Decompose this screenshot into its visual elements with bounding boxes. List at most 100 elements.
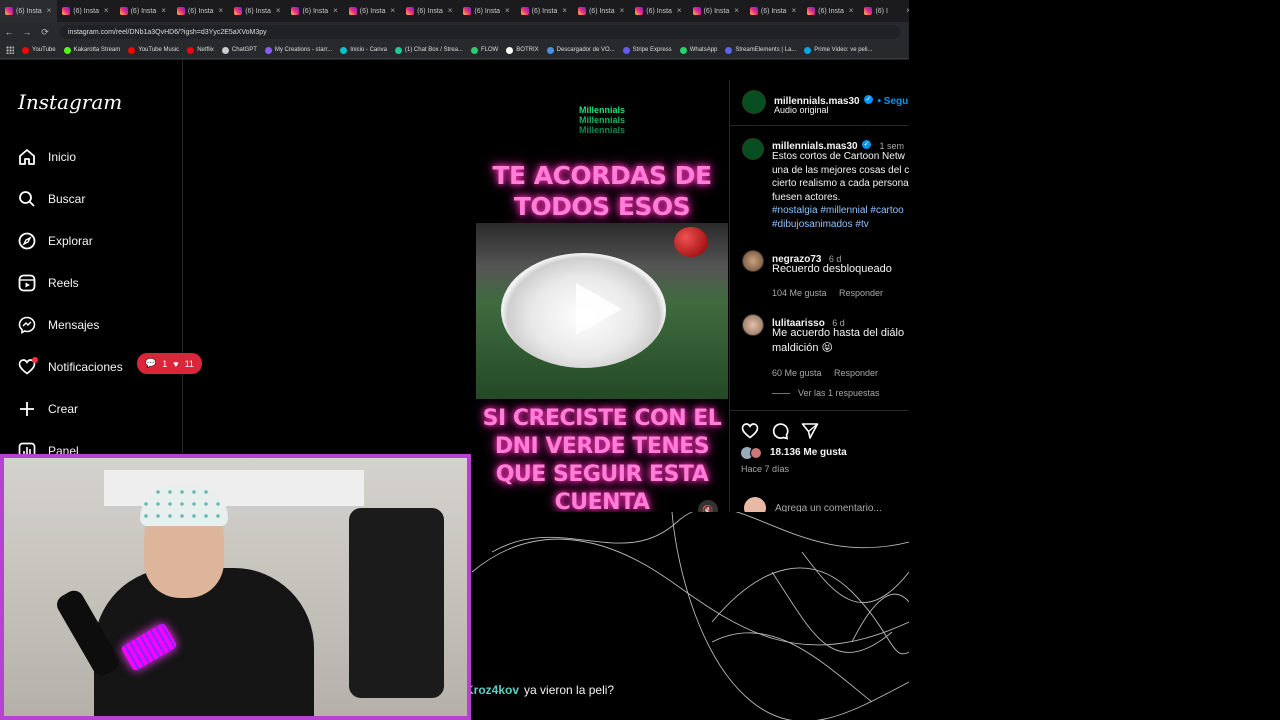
hashtags[interactable]: #nostalgia #millennial #cartoo (772, 204, 909, 218)
reply-button[interactable]: Responder (839, 288, 883, 298)
like-heart-icon[interactable] (741, 422, 759, 445)
close-tab-icon[interactable]: × (791, 6, 796, 15)
author-avatar[interactable] (742, 90, 766, 114)
close-tab-icon[interactable]: × (620, 6, 625, 15)
reply-button[interactable]: Responder (834, 368, 878, 378)
bookmark-item[interactable]: Inicio - Canva (340, 46, 387, 54)
browser-tab[interactable]: (6) Insta × (401, 0, 458, 22)
home-icon (18, 148, 36, 166)
nav-reels[interactable]: Reels (18, 274, 79, 292)
browser-tab[interactable]: (6) Insta × (573, 0, 630, 22)
bookmark-item[interactable]: YouTube (22, 46, 56, 54)
url-input[interactable]: instagram.com/reel/DNb1a3QvHD6/?igsh=d3Y… (60, 25, 900, 39)
reel-video[interactable]: Millennials Millennials Millennials TE A… (476, 80, 728, 512)
likers-avatars[interactable] (741, 447, 767, 459)
instagram-favicon-icon (234, 7, 243, 15)
audio-label[interactable]: Audio original (774, 105, 829, 115)
close-tab-icon[interactable]: × (906, 6, 909, 15)
browser-tab[interactable]: (6) Insta × (115, 0, 172, 22)
browser-tab[interactable]: (6) Insta × (57, 0, 114, 22)
apps-grid-icon[interactable] (6, 46, 14, 54)
browser-tab[interactable]: (6) Insta × (344, 0, 401, 22)
comment-bubble-icon[interactable] (771, 422, 789, 445)
bookmark-label: Inicio - Canva (350, 47, 387, 53)
browser-tab[interactable]: (6) Insta × (286, 0, 343, 22)
nav-inicio[interactable]: Inicio (18, 148, 76, 166)
tab-label: (6) Insta (588, 7, 615, 15)
close-tab-icon[interactable]: × (276, 6, 281, 15)
comment-likes[interactable]: 60 Me gusta (772, 368, 822, 378)
instagram-logo[interactable]: Instagram (18, 90, 122, 114)
comment-likes[interactable]: 104 Me gusta (772, 288, 827, 298)
bookmark-item[interactable]: (1) Chat Box / Strea... (394, 46, 463, 54)
bookmark-item[interactable]: Prime Video: ve peli... (804, 46, 873, 54)
browser-tab[interactable]: (6) Insta × (688, 0, 745, 22)
instagram-favicon-icon (119, 7, 128, 15)
bookmark-item[interactable]: WhatsApp (679, 46, 718, 54)
bookmark-item[interactable]: ChatGPT (221, 46, 257, 54)
bookmark-item[interactable]: FLOW (470, 46, 498, 54)
close-tab-icon[interactable]: × (390, 6, 395, 15)
bookmark-favicon-icon (679, 46, 687, 54)
commenter-avatar[interactable] (742, 314, 764, 336)
back-icon[interactable]: ← (0, 27, 18, 37)
bookmark-item[interactable]: StreamElements | La... (725, 46, 796, 54)
nav-crear[interactable]: Crear (18, 400, 78, 418)
close-tab-icon[interactable]: × (219, 6, 224, 15)
bookmark-label: BOTRIX (516, 47, 539, 53)
play-icon[interactable] (576, 283, 622, 335)
close-tab-icon[interactable]: × (562, 6, 567, 15)
bookmark-favicon-icon (622, 46, 630, 54)
bookmark-item[interactable]: Descargador de VO... (546, 46, 615, 54)
bookmark-item[interactable]: Netflix (187, 46, 214, 54)
nav-notificaciones[interactable]: Notificaciones (18, 357, 123, 376)
browser-tab[interactable]: (6) Insta × (0, 0, 58, 22)
bookmark-favicon-icon (725, 46, 733, 54)
close-tab-icon[interactable]: × (448, 6, 453, 15)
follow-button[interactable]: • Seguir (878, 96, 909, 107)
reload-icon[interactable]: ⟳ (36, 27, 54, 38)
share-icon[interactable] (801, 422, 819, 445)
bookmark-favicon-icon (264, 46, 272, 54)
browser-tab[interactable]: (6) I × (859, 0, 909, 22)
instagram-favicon-icon (406, 7, 415, 15)
close-tab-icon[interactable]: × (849, 6, 854, 15)
bookmark-item[interactable]: BOTRIX (506, 46, 539, 54)
nav-explorar[interactable]: Explorar (18, 232, 93, 250)
bookmark-label: WhatsApp (689, 47, 718, 53)
brand-line: Millennials (578, 115, 625, 125)
view-replies[interactable]: Ver las 1 respuestas (772, 388, 880, 398)
hashtags[interactable]: #dibujosanimados #tv (772, 218, 909, 232)
browser-tab[interactable]: (6) Insta × (630, 0, 687, 22)
nav-buscar[interactable]: Buscar (18, 190, 85, 208)
bookmark-item[interactable]: My Creations - starr... (264, 46, 332, 54)
author-avatar[interactable] (742, 138, 764, 160)
bookmark-item[interactable]: Kakarotta Stream (63, 46, 120, 54)
bookmark-favicon-icon (187, 46, 195, 54)
close-tab-icon[interactable]: × (104, 6, 109, 15)
browser-tab[interactable]: (6) Insta × (458, 0, 515, 22)
instagram-favicon-icon (348, 7, 357, 15)
add-comment-input[interactable]: Agrega un comentario... (775, 503, 882, 512)
gaming-chair (349, 508, 444, 698)
close-tab-icon[interactable]: × (677, 6, 682, 15)
browser-tab[interactable]: (6) Insta × (745, 0, 802, 22)
browser-tab[interactable]: (6) Insta × (229, 0, 286, 22)
likes-count[interactable]: 18.136 Me gusta (770, 447, 847, 458)
bookmark-item[interactable]: Stripe Express (622, 46, 672, 54)
commenter-avatar[interactable] (742, 250, 764, 272)
browser-tab[interactable]: (6) Insta × (516, 0, 573, 22)
browser-tab[interactable]: (6) Insta × (172, 0, 229, 22)
notification-badge[interactable]: 💬 1 ♥ 11 (137, 353, 202, 374)
close-tab-icon[interactable]: × (734, 6, 739, 15)
bookmark-favicon-icon (22, 46, 29, 54)
webcam-overlay (0, 454, 471, 720)
close-tab-icon[interactable]: × (333, 6, 338, 15)
close-tab-icon[interactable]: × (161, 6, 166, 15)
bookmark-item[interactable]: YouTube Music (128, 46, 179, 54)
close-tab-icon[interactable]: × (47, 6, 52, 15)
nav-mensajes[interactable]: Mensajes (18, 316, 99, 334)
forward-icon[interactable]: → (18, 27, 36, 37)
browser-tab[interactable]: (6) Insta × (802, 0, 859, 22)
close-tab-icon[interactable]: × (505, 6, 510, 15)
